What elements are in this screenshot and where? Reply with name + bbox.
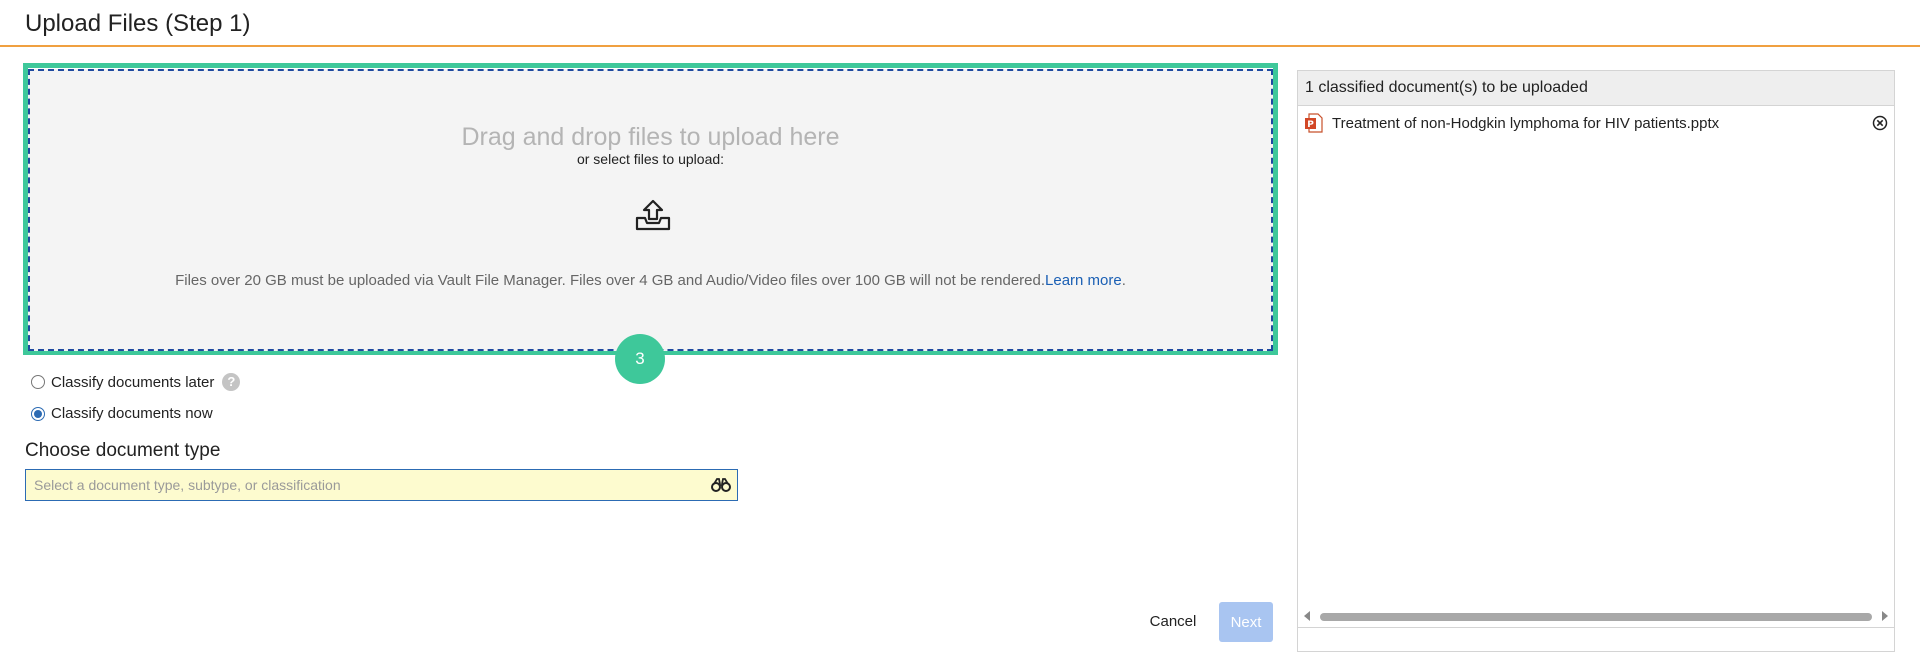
step-badge: 3 — [615, 334, 665, 384]
remove-file-icon[interactable] — [1872, 115, 1888, 131]
file-name: Treatment of non-Hodgkin lymphoma for HI… — [1332, 114, 1720, 132]
classified-files-panel: 1 classified document(s) to be uploaded … — [1297, 70, 1895, 652]
classify-later-option[interactable]: Classify documents later ? — [31, 373, 241, 391]
pptx-file-icon: P — [1305, 113, 1323, 133]
scroll-right-arrow-icon[interactable] — [1880, 610, 1890, 622]
dropzone-heading: Drag and drop files to upload here — [461, 123, 840, 151]
classify-later-label: Classify documents later — [51, 373, 215, 391]
classify-now-label: Classify documents now — [51, 405, 213, 422]
size-note-period: . — [1121, 272, 1126, 289]
page-title: Upload Files (Step 1) — [25, 10, 251, 37]
learn-more-link[interactable]: Learn more — [1045, 272, 1122, 289]
document-type-picker[interactable] — [25, 469, 738, 501]
scroll-left-arrow-icon[interactable] — [1302, 610, 1312, 622]
cancel-button[interactable]: Cancel — [1142, 602, 1204, 640]
panel-header: 1 classified document(s) to be uploaded — [1298, 71, 1894, 106]
binoculars-icon[interactable] — [711, 477, 731, 493]
horizontal-scrollbar[interactable] — [1302, 609, 1890, 623]
classify-later-radio[interactable] — [31, 375, 45, 389]
classify-now-option[interactable]: Classify documents now — [31, 405, 213, 422]
dropzone-size-note: Files over 20 GB must be uploaded via Va… — [30, 272, 1271, 289]
next-button[interactable]: Next — [1219, 602, 1273, 642]
help-icon[interactable]: ? — [222, 373, 241, 391]
size-note-text: Files over 20 GB must be uploaded via Va… — [175, 272, 1046, 289]
file-list-item[interactable]: P Treatment of non-Hodgkin lymphoma for … — [1298, 111, 1894, 135]
title-divider — [0, 45, 1920, 47]
dropzone-subheading: or select files to upload: — [576, 151, 725, 167]
panel-divider — [1298, 627, 1894, 628]
scrollbar-thumb[interactable] — [1320, 613, 1872, 621]
upload-dropzone[interactable]: Drag and drop files to upload here or se… — [28, 69, 1273, 351]
svg-text:P: P — [1307, 120, 1314, 130]
classify-now-radio[interactable] — [31, 406, 45, 421]
upload-tray-icon[interactable] — [633, 198, 673, 232]
document-type-input[interactable] — [26, 470, 686, 500]
document-type-label: Choose document type — [25, 440, 221, 461]
